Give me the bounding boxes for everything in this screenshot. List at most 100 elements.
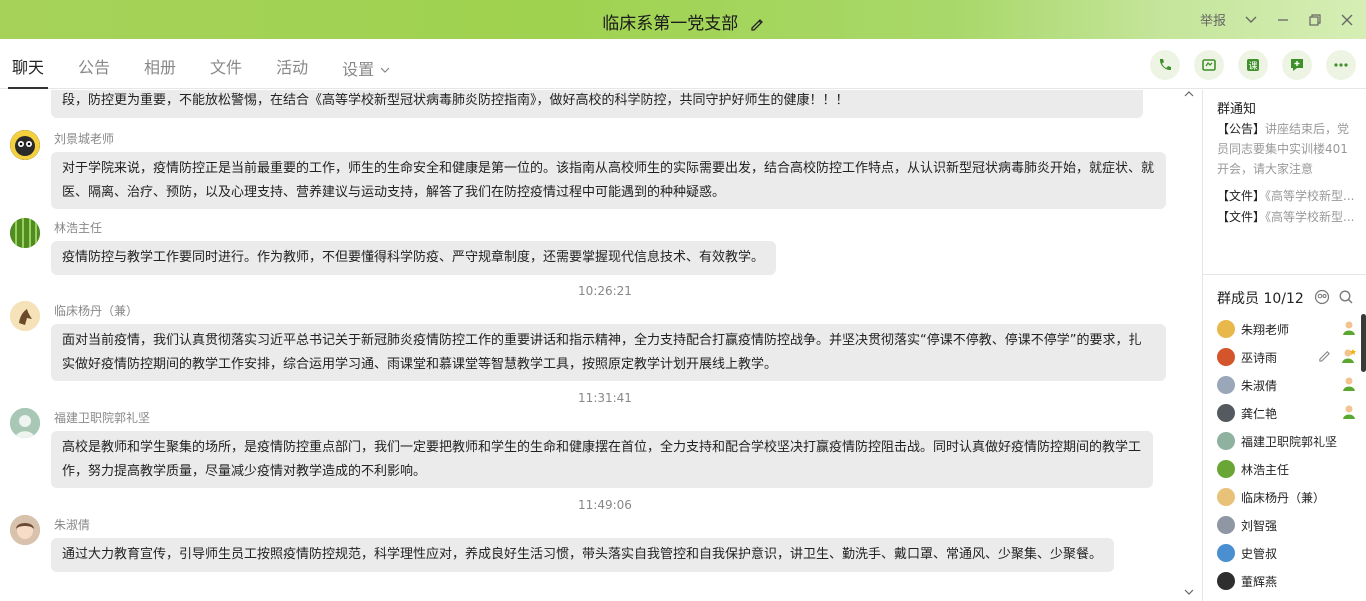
notice-tag: 【文件】 (1217, 189, 1266, 203)
edit-icon[interactable] (1318, 349, 1331, 365)
member-name: 刘智强 (1241, 518, 1278, 533)
notice-item[interactable]: 【文件】《高等学校新型... (1217, 186, 1359, 206)
member-item[interactable]: 林浩主任 (1217, 457, 1357, 481)
close-icon[interactable] (1340, 13, 1354, 27)
member-name: 朱淑倩 (1241, 378, 1278, 393)
member-avatar (1217, 572, 1235, 590)
edit-title-icon[interactable] (750, 16, 764, 36)
side-panel: 群通知 【公告】讲座结束后，党员同志要集中实训楼401开会，请大家注意 【文件】… (1202, 90, 1366, 601)
avatar[interactable] (10, 301, 40, 331)
chevron-down-icon (380, 39, 390, 97)
member-item[interactable]: 朱翔老师 (1217, 317, 1357, 341)
member-item[interactable]: 董辉燕 (1217, 569, 1357, 593)
avatar[interactable] (10, 218, 40, 248)
member-avatar (1217, 488, 1235, 506)
member-item[interactable]: 朱淑倩 (1217, 373, 1357, 397)
phone-icon[interactable] (1150, 50, 1180, 80)
message-text: 段，防控更为重要，不能放松警惕，在结合《高等学校新型冠状病毒肺炎防控指南》，做好… (62, 93, 849, 108)
member-name: 龚仁艳 (1241, 406, 1278, 421)
svg-text:课: 课 (1248, 61, 1257, 72)
member-avatar (1217, 432, 1235, 450)
member-avatar (1217, 460, 1235, 478)
member-avatar (1217, 348, 1235, 366)
notice-text: 《高等学校新型... (1265, 189, 1355, 203)
timestamp: 10:26:21 (578, 284, 632, 298)
scroll-up-icon[interactable] (1184, 90, 1194, 101)
admin-badge-icon (1341, 320, 1357, 339)
message-bubble[interactable]: 疫情防控与教学工作要同时进行。作为教师，不但要懂得科学防疫、严守规章制度，还需要… (51, 241, 776, 275)
timestamp: 11:49:06 (578, 498, 632, 512)
window-title-wrap: 临床系第一党支部 (0, 9, 1366, 36)
member-avatar (1217, 376, 1235, 394)
report-link[interactable]: 举报 (1200, 10, 1226, 29)
search-icon[interactable] (1338, 289, 1354, 309)
message-bubble[interactable]: 通过大力教育宣传，引导师生员工按照疫情防控规范，科学理性应对，养成良好生活习惯，… (51, 538, 1114, 572)
tab-list: 聊天 公告 相册 文件 活动 设置 (0, 39, 412, 89)
message-line: 作，努力提高教学质量，尽量减少疫情对教学造成的不利影响。 (62, 463, 427, 479)
tab-settings[interactable]: 设置 (330, 39, 402, 89)
message-line: 医、隔离、治疗、预防，以及心理支持、营养建议与运动支持，解答了我们在防控疫情过程… (62, 184, 726, 200)
tab-files[interactable]: 文件 (198, 39, 254, 89)
tab-activity[interactable]: 活动 (264, 39, 320, 89)
notice-item[interactable]: 【公告】讲座结束后，党员同志要集中实训楼401开会，请大家注意 (1217, 119, 1359, 179)
dropdown-icon[interactable] (1244, 13, 1258, 27)
member-item[interactable]: 刘智强 (1217, 513, 1357, 537)
more-icon[interactable] (1326, 50, 1356, 80)
tab-announcement[interactable]: 公告 (66, 39, 122, 89)
divider (1203, 274, 1366, 275)
member-manage-icon[interactable] (1314, 289, 1330, 309)
tab-album[interactable]: 相册 (132, 39, 188, 89)
member-name: 朱翔老师 (1241, 322, 1290, 337)
add-note-icon[interactable] (1282, 50, 1312, 80)
admin-badge-icon (1341, 404, 1357, 423)
tab-toolbar: 课 (1150, 50, 1356, 80)
message-line: 疫情防控与教学工作要同时进行。作为教师，不但要懂得科学防疫、严守规章制度，还需要… (62, 250, 765, 265)
window-controls: 举报 (1200, 10, 1354, 29)
admin-badge-icon (1341, 376, 1357, 395)
member-item[interactable]: 福建卫职院郭礼坚 (1217, 429, 1357, 453)
minimize-icon[interactable] (1276, 13, 1290, 27)
member-item[interactable]: 龚仁艳 (1217, 401, 1357, 425)
restore-icon[interactable] (1308, 13, 1322, 27)
notice-text: 《高等学校新型... (1265, 210, 1355, 224)
member-name: 临床杨丹（兼） (1241, 490, 1326, 505)
notice-tag: 【公告】 (1217, 122, 1266, 136)
chat-area[interactable]: 段，防控更为重要，不能放松警惕，在结合《高等学校新型冠状病毒肺炎防控指南》，做好… (0, 90, 1202, 601)
message-line: 对于学院来说，疫情防控正是当前最重要的工作，师生的生命安全和健康是第一位的。该指… (62, 161, 1155, 176)
notice-item[interactable]: 【文件】《高等学校新型... (1217, 207, 1359, 227)
member-name: 董辉燕 (1241, 574, 1278, 589)
message-bubble[interactable]: 段，防控更为重要，不能放松警惕，在结合《高等学校新型冠状病毒肺炎防控指南》，做好… (51, 90, 1143, 118)
title-bar: 临床系第一党支部 举报 (0, 0, 1366, 39)
message-bubble[interactable]: 高校是教师和学生聚集的场所，是疫情防控重点部门，我们一定要把教师和学生的生命和健… (51, 431, 1153, 488)
sender-name: 临床杨丹（兼） (54, 304, 139, 318)
sender-name: 刘景城老师 (54, 132, 115, 146)
avatar[interactable] (10, 130, 40, 160)
message-line: 面对当前疫情，我们认真贯彻落实习近平总书记关于新冠肺炎疫情防控工作的重要讲话和指… (62, 333, 1142, 348)
message-bubble[interactable]: 面对当前疫情，我们认真贯彻落实习近平总书记关于新冠肺炎疫情防控工作的重要讲话和指… (51, 324, 1166, 381)
video-call-icon[interactable] (1194, 50, 1224, 80)
owner-badge-icon (1341, 348, 1357, 367)
message-line: 通过大力教育宣传，引导师生员工按照疫情防控规范，科学理性应对，养成良好生活习惯，… (62, 547, 1103, 562)
member-name: 林浩主任 (1241, 462, 1290, 477)
sender-name: 林浩主任 (54, 221, 103, 235)
message-bubble[interactable]: 对于学院来说，疫情防控正是当前最重要的工作，师生的生命安全和健康是第一位的。该指… (51, 152, 1166, 209)
sender-name: 福建卫职院郭礼坚 (54, 411, 151, 425)
window-title: 临床系第一党支部 (602, 14, 739, 34)
message-line: 实做好疫情防控期间的教学工作安排，综合运用学习通、雨课堂和慕课堂等智慧教学工具，… (62, 356, 778, 372)
message-line: 高校是教师和学生聚集的场所，是疫情防控重点部门，我们一定要把教师和学生的生命和健… (62, 440, 1142, 455)
tab-chat[interactable]: 聊天 (0, 39, 56, 89)
member-item[interactable]: 巫诗雨 (1217, 345, 1357, 369)
member-item[interactable]: 临床杨丹（兼） (1217, 485, 1357, 509)
member-avatar (1217, 320, 1235, 338)
member-list-scrollbar[interactable] (1361, 314, 1366, 372)
member-avatar (1217, 404, 1235, 422)
sender-name: 朱淑倩 (54, 518, 91, 532)
avatar[interactable] (10, 408, 40, 438)
member-name: 福建卫职院郭礼坚 (1241, 434, 1338, 449)
avatar[interactable] (10, 515, 40, 545)
member-item[interactable]: 史管叔 (1217, 541, 1357, 565)
tab-bar: 聊天 公告 相册 文件 活动 设置 课 (0, 39, 1366, 89)
course-icon[interactable]: 课 (1238, 50, 1268, 80)
members-tools (1314, 289, 1354, 309)
scroll-down-icon[interactable] (1184, 588, 1194, 599)
